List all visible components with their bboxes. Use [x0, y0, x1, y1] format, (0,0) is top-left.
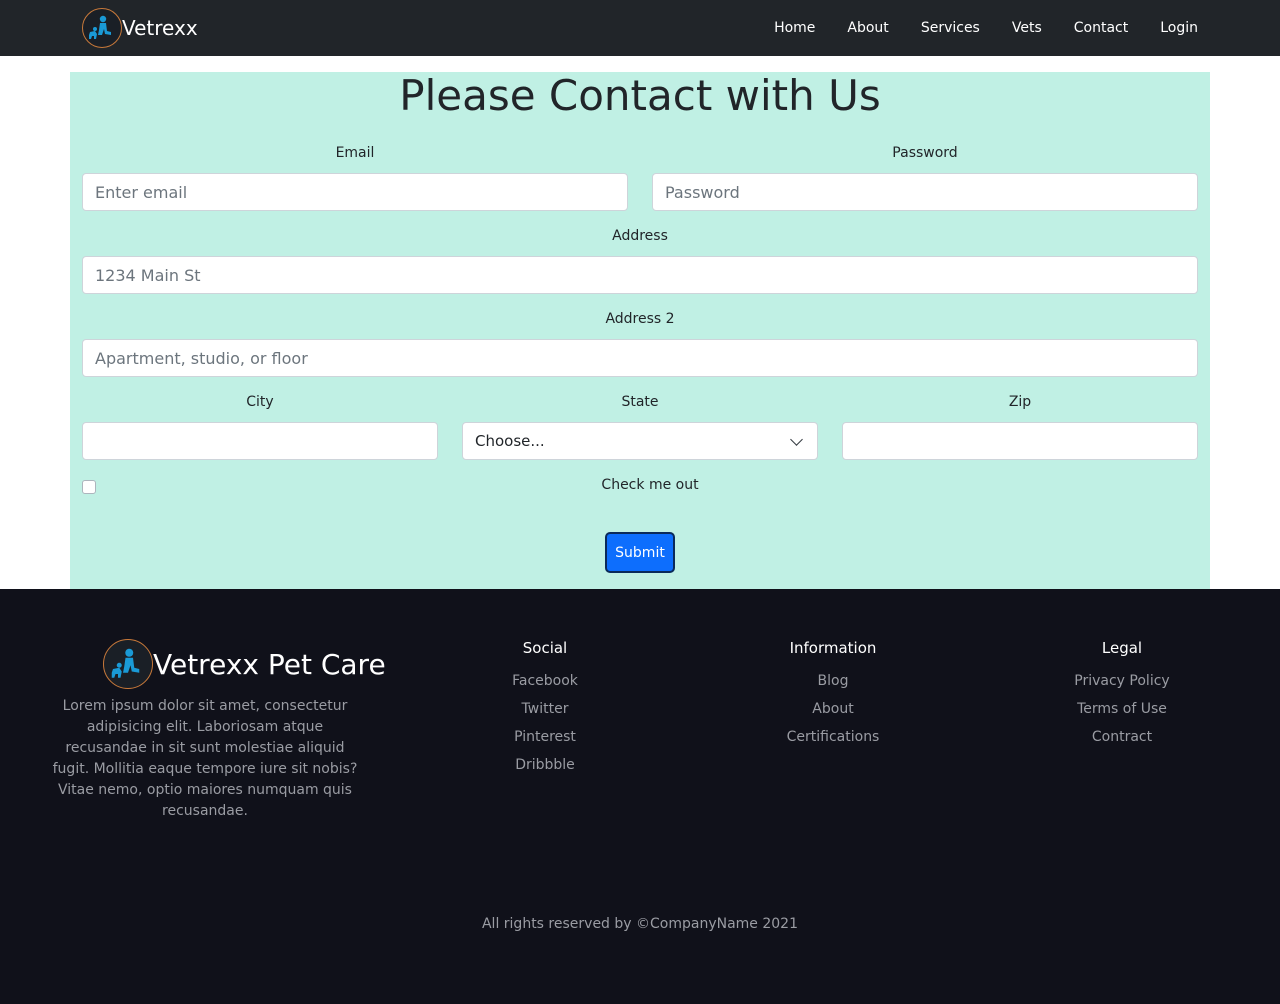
nav-link-home[interactable]: Home: [774, 20, 815, 36]
footer-brand-name: Vetrexx Pet Care: [153, 647, 386, 681]
footer: Vetrexx Pet Care Lorem ipsum dolor sit a…: [0, 589, 1280, 1004]
nav-link-contact[interactable]: Contact: [1074, 20, 1128, 36]
address-label: Address: [612, 228, 668, 244]
footer-link-privacy-policy[interactable]: Privacy Policy: [1022, 667, 1222, 695]
nav-link-services[interactable]: Services: [921, 20, 980, 36]
footer-link-dribbble[interactable]: Dribbble: [445, 751, 645, 779]
address2-field[interactable]: [82, 339, 1198, 377]
footer-information-title: Information: [789, 639, 877, 657]
email-label: Email: [335, 145, 375, 161]
state-select[interactable]: Choose...: [462, 422, 818, 460]
nav-links: Home About Services Vets Contact Login: [742, 0, 1198, 56]
address-field[interactable]: [82, 256, 1198, 294]
chevron-down-icon: [790, 432, 803, 446]
footer-link-certifications[interactable]: Certifications: [733, 723, 933, 751]
zip-label: Zip: [1008, 394, 1032, 410]
password-label: Password: [892, 145, 958, 161]
footer-link-facebook[interactable]: Facebook: [445, 667, 645, 695]
state-select-value: Choose...: [475, 432, 545, 450]
nav-link-vets[interactable]: Vets: [1012, 20, 1042, 36]
password-field[interactable]: [652, 173, 1198, 211]
footer-social-column: Social Facebook Twitter Pinterest Dribbb…: [445, 637, 645, 779]
footer-link-terms-of-use[interactable]: Terms of Use: [1022, 695, 1222, 723]
footer-legal-column: Legal Privacy Policy Terms of Use Contra…: [1022, 637, 1222, 751]
footer-link-about[interactable]: About: [733, 695, 933, 723]
navbar: Vetrexx Home About Services Vets Contact…: [0, 0, 1280, 56]
page-title: Please Contact with Us: [399, 71, 881, 120]
footer-link-twitter[interactable]: Twitter: [445, 695, 645, 723]
nav-link-about[interactable]: About: [847, 20, 888, 36]
contact-section: Please Contact with Us Email Password Ad…: [70, 72, 1210, 589]
footer-link-pinterest[interactable]: Pinterest: [445, 723, 645, 751]
submit-button[interactable]: Submit: [605, 532, 675, 573]
footer-description: Lorem ipsum dolor sit amet, consectetur …: [52, 698, 358, 819]
brand-name: Vetrexx: [122, 16, 198, 40]
vet-with-dog-icon: [103, 639, 153, 689]
zip-field[interactable]: [842, 422, 1198, 460]
vet-with-dog-icon: [82, 8, 122, 48]
copyright: All rights reserved by ©CompanyName 2021: [481, 916, 798, 932]
navbar-brand[interactable]: Vetrexx: [82, 8, 198, 48]
city-field[interactable]: [82, 422, 438, 460]
check-me-out-label: Check me out: [601, 477, 699, 493]
footer-link-contract[interactable]: Contract: [1022, 723, 1222, 751]
footer-information-column: Information Blog About Certifications: [733, 637, 933, 751]
footer-link-blog[interactable]: Blog: [733, 667, 933, 695]
footer-legal-title: Legal: [1101, 639, 1143, 657]
city-label: City: [246, 394, 274, 410]
state-label: State: [621, 394, 659, 410]
email-field[interactable]: [82, 173, 628, 211]
address2-label: Address 2: [605, 311, 675, 327]
footer-brand[interactable]: Vetrexx Pet Care: [103, 638, 386, 690]
footer-social-title: Social: [522, 639, 568, 657]
nav-link-login[interactable]: Login: [1160, 20, 1198, 36]
